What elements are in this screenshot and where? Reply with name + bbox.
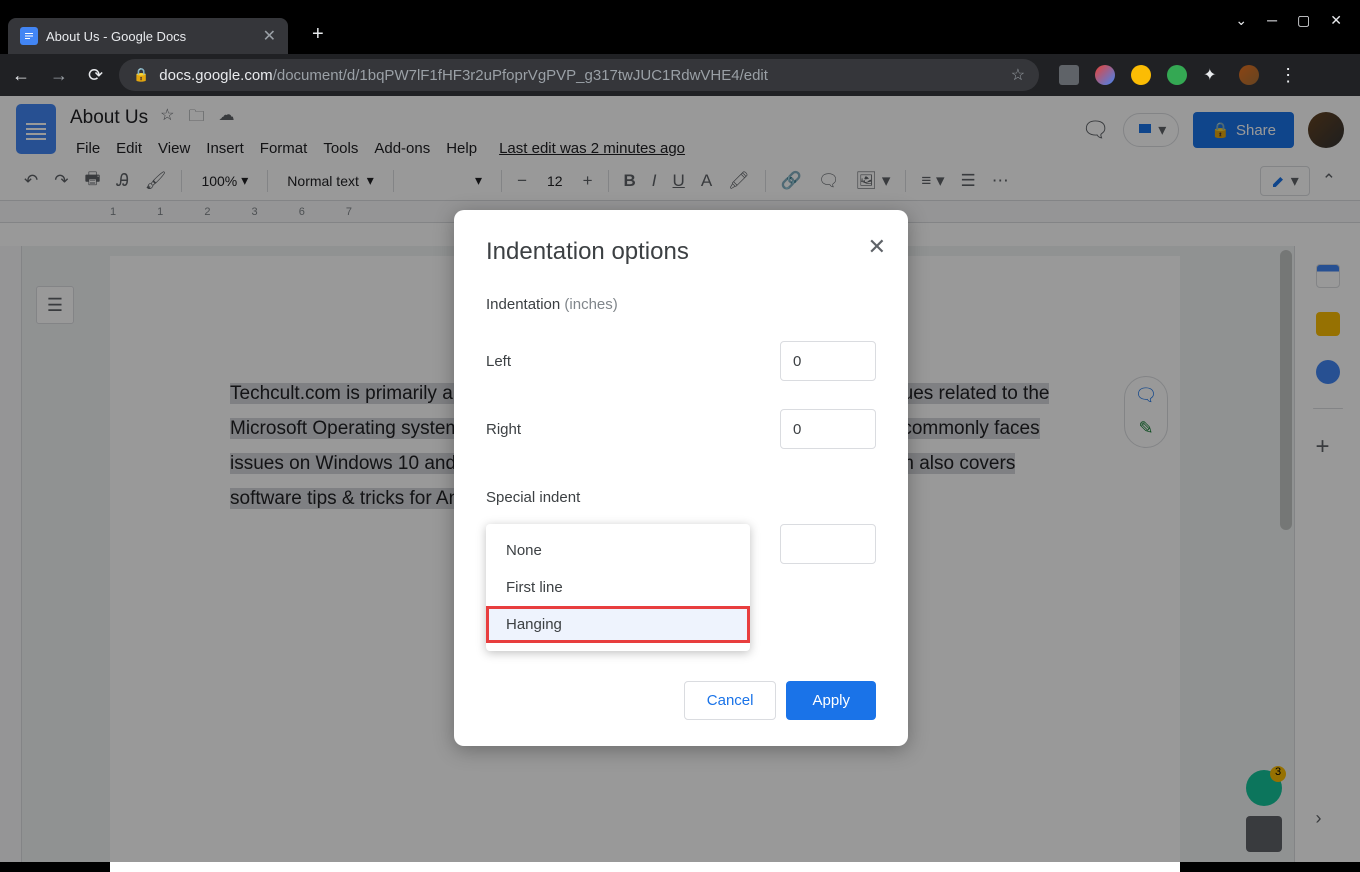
minimize-button[interactable]: ─ <box>1267 12 1277 29</box>
reload-button[interactable]: ⟳ <box>84 61 107 90</box>
profile-avatar-icon[interactable] <box>1239 65 1259 85</box>
browser-tab[interactable]: About Us - Google Docs ✕ <box>8 18 288 54</box>
left-indent-input[interactable] <box>780 341 876 381</box>
cancel-button[interactable]: Cancel <box>684 681 777 720</box>
extension-icon-3[interactable] <box>1167 65 1187 85</box>
extension-icon-1[interactable] <box>1095 65 1115 85</box>
option-none[interactable]: None <box>486 532 750 569</box>
close-icon[interactable]: ✕ <box>868 234 886 260</box>
left-indent-label: Left <box>486 353 511 370</box>
docs-favicon-icon <box>20 27 38 45</box>
lock-icon: 🔒 <box>133 67 149 83</box>
right-indent-label: Right <box>486 421 521 438</box>
bookmark-star-icon[interactable]: ☆ <box>1011 65 1025 85</box>
dialog-title: Indentation options <box>486 238 876 266</box>
indentation-section-label: Indentation (inches) <box>486 296 876 313</box>
extensions-puzzle-icon[interactable]: ✦ <box>1203 65 1223 85</box>
nav-bar: ← → ⟳ 🔒 docs.google.com/document/d/1bqPW… <box>0 54 1360 96</box>
back-button[interactable]: ← <box>8 61 34 90</box>
special-indent-label: Special indent <box>486 489 876 506</box>
extensions: ✦ <box>1059 65 1259 85</box>
maximize-button[interactable]: ▢ <box>1297 12 1310 29</box>
extension-icon-2[interactable] <box>1131 65 1151 85</box>
option-first-line[interactable]: First line <box>486 569 750 606</box>
new-tab-button[interactable]: + <box>304 15 332 54</box>
reader-mode-icon[interactable] <box>1059 65 1079 85</box>
tab-strip: About Us - Google Docs ✕ + <box>0 10 1360 54</box>
tab-title: About Us - Google Docs <box>46 29 255 44</box>
browser-menu-icon[interactable]: ⋮ <box>1279 65 1297 86</box>
address-bar[interactable]: 🔒 docs.google.com/document/d/1bqPW7lF1fH… <box>119 59 1039 91</box>
apply-button[interactable]: Apply <box>786 681 876 720</box>
close-tab-icon[interactable]: ✕ <box>263 26 276 46</box>
right-indent-input[interactable] <box>780 409 876 449</box>
forward-button[interactable]: → <box>46 61 72 90</box>
special-indent-value-input[interactable] <box>780 524 876 564</box>
option-hanging[interactable]: Hanging <box>486 606 750 643</box>
dropdown-caret[interactable]: ⌄ <box>1235 12 1247 29</box>
indentation-options-dialog: Indentation options ✕ Indentation (inche… <box>454 210 908 746</box>
close-window-button[interactable]: ✕ <box>1330 12 1342 29</box>
special-indent-dropdown: None First line Hanging <box>486 524 750 651</box>
window-controls: ⌄ ─ ▢ ✕ <box>1217 0 1360 41</box>
url-text: docs.google.com/document/d/1bqPW7lF1fHF3… <box>159 67 768 84</box>
